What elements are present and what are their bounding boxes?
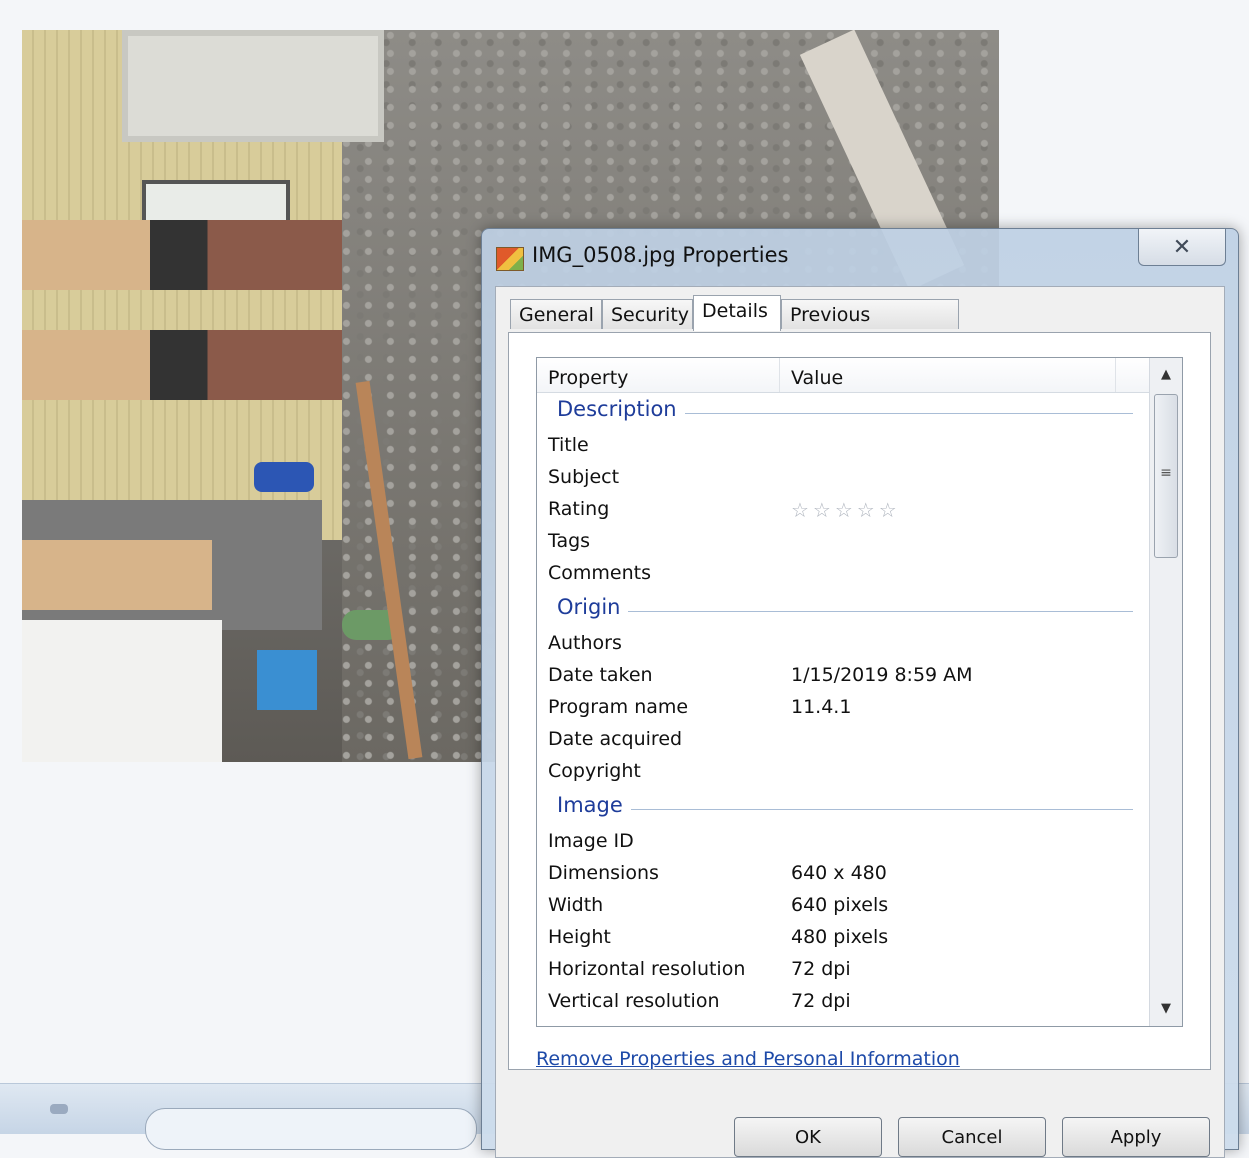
property-name: Rating	[548, 498, 610, 520]
property-row-authors[interactable]: Authors	[537, 628, 1149, 660]
grip-icon: ≡	[1160, 465, 1172, 481]
property-row-tags[interactable]: Tags	[537, 526, 1149, 558]
photo-sky	[22, 620, 222, 762]
property-name: Horizontal resolution	[548, 958, 746, 980]
property-row-title[interactable]: Title	[537, 430, 1149, 462]
properties-list: Property Value Description Title Subject	[536, 357, 1183, 1027]
property-name: Comments	[548, 562, 651, 584]
property-row-date-taken[interactable]: Date taken 1/15/2019 8:59 AM	[537, 660, 1149, 692]
property-value[interactable]: 11.4.1	[791, 696, 851, 718]
apply-button[interactable]: Apply	[1062, 1117, 1210, 1157]
group-divider	[557, 611, 1133, 612]
scroll-up-arrow-icon[interactable]: ▲	[1150, 358, 1182, 392]
column-header-value[interactable]: Value	[780, 358, 1116, 392]
property-name: Date acquired	[548, 728, 683, 750]
photo-column	[22, 330, 342, 400]
property-name: Image ID	[548, 830, 634, 852]
property-row-image-id[interactable]: Image ID	[537, 826, 1149, 858]
details-panel: Property Value Description Title Subject	[508, 332, 1211, 1070]
property-value[interactable]: 640 x 480	[791, 862, 887, 884]
group-label: Origin	[557, 595, 629, 619]
property-name: Title	[548, 434, 589, 456]
remove-properties-link[interactable]: Remove Properties and Personal Informati…	[536, 1048, 960, 1070]
taskbar-search-pill[interactable]	[145, 1108, 477, 1150]
group-header-description: Description	[537, 392, 1149, 430]
property-row-rating[interactable]: Rating ☆☆☆☆☆	[537, 494, 1149, 526]
property-rows: Description Title Subject Rating ☆☆☆☆☆ T…	[537, 392, 1149, 1018]
dialog-client-area: General Security Details Previous Versio…	[495, 286, 1225, 1158]
photo-column	[22, 220, 342, 290]
list-header: Property Value	[537, 358, 1149, 393]
star-icon[interactable]: ☆☆☆☆☆	[791, 498, 901, 522]
scroll-thumb[interactable]: ≡	[1154, 394, 1178, 558]
photo-door	[122, 30, 384, 142]
photo-worker	[254, 462, 314, 492]
scroll-down-arrow-icon[interactable]: ▼	[1150, 992, 1182, 1026]
column-header-property[interactable]: Property	[537, 358, 780, 392]
property-name: Width	[548, 894, 604, 916]
property-row-program-name[interactable]: Program name 11.4.1	[537, 692, 1149, 724]
group-label: Description	[557, 397, 685, 421]
dialog-title: IMG_0508.jpg Properties	[532, 243, 789, 267]
tab-details[interactable]: Details	[693, 295, 781, 331]
property-value[interactable]: 72 dpi	[791, 958, 851, 980]
property-name: Copyright	[548, 760, 641, 782]
property-value[interactable]: 480 pixels	[791, 926, 888, 948]
close-icon: ✕	[1172, 235, 1192, 260]
taskbar-icon[interactable]	[50, 1104, 68, 1114]
property-name: Authors	[548, 632, 622, 654]
property-name: Program name	[548, 696, 689, 718]
property-row-date-acquired[interactable]: Date acquired	[537, 724, 1149, 756]
property-name: Subject	[548, 466, 620, 488]
tab-general[interactable]: General	[510, 299, 602, 329]
property-name: Dimensions	[548, 862, 659, 884]
property-row-horizontal-resolution[interactable]: Horizontal resolution 72 dpi	[537, 954, 1149, 986]
group-label: Image	[557, 793, 631, 817]
property-row-copyright[interactable]: Copyright	[537, 756, 1149, 788]
property-value[interactable]: 640 pixels	[791, 894, 888, 916]
property-row-vertical-resolution[interactable]: Vertical resolution 72 dpi	[537, 986, 1149, 1018]
properties-dialog: IMG_0508.jpg Properties ✕ General Securi…	[481, 228, 1239, 1158]
property-value[interactable]: 72 dpi	[791, 990, 851, 1012]
photo-sheathing	[22, 540, 212, 610]
property-name: Vertical resolution	[548, 990, 720, 1012]
property-row-comments[interactable]: Comments	[537, 558, 1149, 590]
photo-blue-object	[257, 650, 317, 710]
cancel-button[interactable]: Cancel	[898, 1117, 1046, 1157]
property-row-subject[interactable]: Subject	[537, 462, 1149, 494]
property-value[interactable]: 1/15/2019 8:59 AM	[791, 664, 973, 686]
property-name: Tags	[548, 530, 591, 552]
property-row-height[interactable]: Height 480 pixels	[537, 922, 1149, 954]
property-row-width[interactable]: Width 640 pixels	[537, 890, 1149, 922]
vertical-scrollbar[interactable]: ▲ ≡ ▼	[1149, 358, 1182, 1026]
property-row-dimensions[interactable]: Dimensions 640 x 480	[537, 858, 1149, 890]
group-divider	[557, 809, 1133, 810]
close-button[interactable]: ✕	[1138, 229, 1226, 266]
tab-previous-versions[interactable]: Previous Versions	[781, 299, 959, 356]
property-name: Height	[548, 926, 611, 948]
group-header-image: Image	[537, 788, 1149, 826]
property-name: Date taken	[548, 664, 653, 686]
tab-security[interactable]: Security	[602, 299, 693, 329]
group-header-origin: Origin	[537, 590, 1149, 628]
image-file-icon	[496, 247, 524, 271]
ok-button[interactable]: OK	[734, 1117, 882, 1157]
